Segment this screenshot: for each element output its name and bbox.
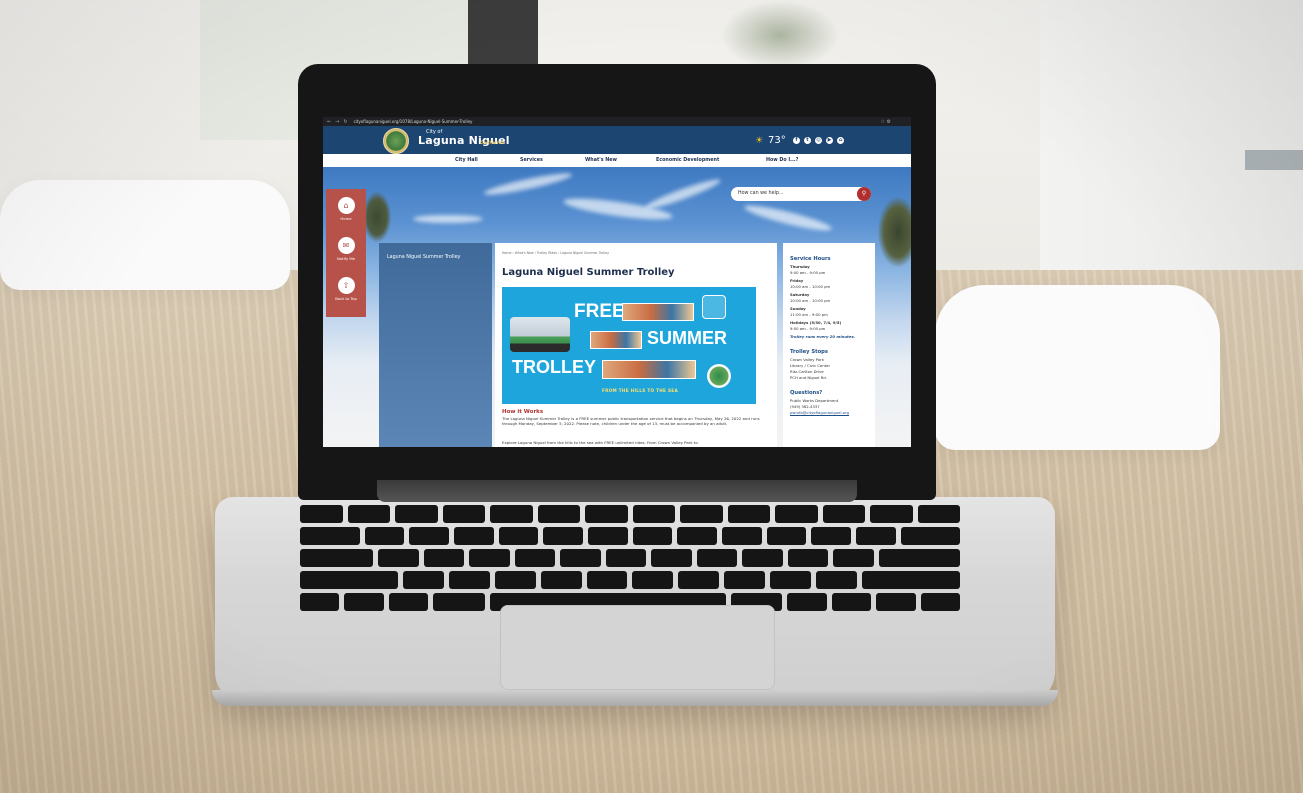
search-icon[interactable]: ⚲ <box>857 187 871 201</box>
stop-item: Crown Valley Park <box>790 357 824 362</box>
laptop-keyboard <box>300 505 961 611</box>
hours-day: Thursday <box>790 264 810 269</box>
laptop-hinge <box>377 480 857 502</box>
back-arrow-icon[interactable]: ← <box>327 119 331 125</box>
banner-free: FREE <box>574 301 625 322</box>
temperature-readout: 73° <box>768 135 786 146</box>
quick-top-label: Back to Top <box>335 296 357 301</box>
address-bar[interactable]: cityoflagunaniguel.org/1078/Laguna-Nigue… <box>354 119 473 124</box>
forward-arrow-icon[interactable]: → <box>335 119 339 125</box>
nav-city-hall[interactable]: City Hall <box>455 158 478 163</box>
trolley-stops-title: Trolley Stops <box>790 349 828 355</box>
questions-email-link[interactable]: pwinfo@cityoflagunaniguel.org <box>790 410 849 415</box>
hours-time: 10:00 am - 10:00 pm <box>790 298 831 303</box>
breadcrumb[interactable]: Home › What's New › Trolley Rides › Lagu… <box>502 251 609 255</box>
stop-item: Library / Civic Center <box>790 363 831 368</box>
laptop-trackpad <box>500 605 775 690</box>
banner-tagline: FROM THE HILLS TO THE SEA <box>602 388 678 393</box>
main-content: Home › What's New › Trolley Rides › Lagu… <box>495 243 777 447</box>
main-nav: City Hall Services What's New Economic D… <box>323 154 911 167</box>
page-title: Laguna Niguel Summer Trolley <box>502 267 675 278</box>
search-input[interactable]: How can we help... <box>738 191 783 196</box>
nav-whats-new[interactable]: What's New <box>585 158 617 163</box>
tree-left <box>363 192 391 242</box>
hours-time: 11:00 am - 9:00 pm <box>790 312 828 317</box>
info-sidebar: Service Hours Thursday 9:00 am - 9:00 pm… <box>783 243 875 447</box>
white-chair-left <box>0 180 290 290</box>
quick-notify-label: Notify Me <box>336 256 356 261</box>
nav-how-do-i[interactable]: How Do I...? <box>766 158 798 163</box>
hours-day: Saturday <box>790 292 810 297</box>
browser-toolbar: ← → ↻ cityoflagunaniguel.org/1078/Laguna… <box>323 117 911 126</box>
facebook-icon[interactable]: f <box>793 137 800 144</box>
quick-home[interactable]: ⌂ Home <box>326 197 366 221</box>
banner-summer: SUMMER <box>647 328 727 348</box>
laptop-base-edge <box>212 690 1058 706</box>
city-seal-icon <box>707 364 731 388</box>
hours-time: 9:00 am - 9:00 pm <box>790 270 826 275</box>
chat-bubble-icon: ✉ <box>337 237 355 254</box>
home-icon[interactable]: ⌂ <box>837 137 844 144</box>
questions-title: Questions? <box>790 390 823 396</box>
youtube-icon[interactable]: ▶ <box>826 137 833 144</box>
nav-services[interactable]: Services <box>520 158 543 163</box>
hours-day: Sunday <box>790 306 806 311</box>
hours-time: 9:00 am - 9:00 pm <box>790 326 826 331</box>
nav-economic-development[interactable]: Economic Development <box>656 158 719 163</box>
banner-photo-3 <box>602 360 696 379</box>
stop-item: PCH and Niguel Rd. <box>790 375 827 380</box>
sidebar-item-summer-trolley[interactable]: Laguna Niguel Summer Trolley <box>387 255 460 260</box>
bookmark-star-icon[interactable]: ☆ ⚙ <box>880 119 891 125</box>
service-hours-title: Service Hours <box>790 256 831 262</box>
background-pillar <box>468 0 538 70</box>
trolley-bus-image <box>510 317 570 352</box>
questions-phone[interactable]: (949) 362-4337 <box>790 404 820 409</box>
hours-day: Holidays (5/30, 7/4, 9/5) <box>790 320 842 325</box>
reload-icon[interactable]: ↻ <box>343 119 347 125</box>
up-arrow-icon: ⇧ <box>337 277 355 294</box>
trolley-frequency-note: Trolley runs every 20 minutes. <box>790 334 856 339</box>
banner-photo-1 <box>622 303 694 321</box>
trolley-logo-icon <box>702 295 726 319</box>
free-summer-trolley-banner: FREE SUMMER TROLLEY FROM THE HILLS TO TH… <box>502 287 756 404</box>
state-label: California <box>480 141 505 146</box>
quick-back-to-top[interactable]: ⇧ Back to Top <box>326 277 366 301</box>
banner-trolley: TROLLEY <box>512 357 596 377</box>
site-search[interactable]: How can we help... ⚲ <box>731 187 871 201</box>
tree-right <box>878 197 911 267</box>
quick-notify-me[interactable]: ✉ Notify Me <box>326 237 366 261</box>
how-it-works-text: The Laguna Niguel Summer Trolley is a FR… <box>502 416 760 427</box>
how-it-works-heading: How it Works <box>502 409 544 415</box>
background-wall <box>1040 0 1303 300</box>
questions-department: Public Works Department <box>790 398 839 403</box>
quick-home-label: Home <box>340 216 352 221</box>
quick-nav-panel: ⌂ Home ✉ Notify Me ⇧ Back to Top <box>326 189 366 317</box>
background-plant <box>720 0 840 70</box>
sun-icon: ☀ <box>755 136 764 146</box>
hours-time: 10:00 am - 10:00 pm <box>790 284 831 289</box>
laptop-screen: ← → ↻ cityoflagunaniguel.org/1078/Laguna… <box>323 117 911 447</box>
twitter-icon[interactable]: t <box>804 137 811 144</box>
city-seal-logo[interactable] <box>383 128 409 154</box>
instagram-icon[interactable]: ◎ <box>815 137 822 144</box>
how-it-works-text-2: Explore Laguna Niguel from the hills to … <box>502 440 698 445</box>
banner-photo-2 <box>590 331 642 349</box>
home-icon: ⌂ <box>337 197 355 214</box>
social-links: f t ◎ ▶ ⌂ <box>793 137 844 144</box>
hours-day: Friday <box>790 278 804 283</box>
stop-item: Ritz-Carlton Drive <box>790 369 824 374</box>
white-chair-right <box>935 285 1220 450</box>
section-sidebar: Laguna Niguel Summer Trolley <box>379 243 492 447</box>
